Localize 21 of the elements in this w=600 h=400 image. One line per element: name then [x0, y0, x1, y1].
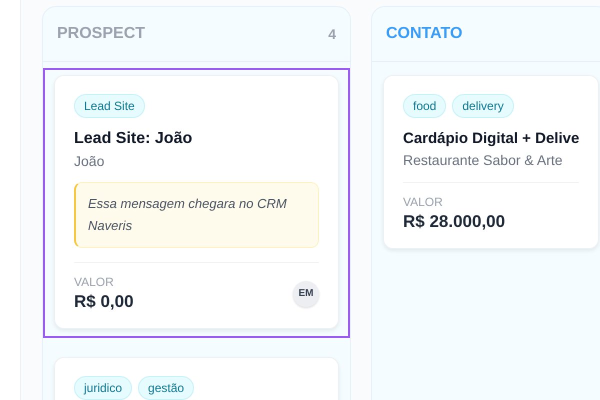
card-title: Lead Site: João	[74, 130, 194, 148]
column-title: PROSPECT	[57, 25, 146, 43]
tag: juridico	[74, 376, 132, 400]
column-title: CONTATO	[386, 25, 462, 43]
tag: Lead Site	[74, 94, 145, 118]
deal-value: R$ 28.000,00	[403, 212, 506, 232]
tag: delivery	[452, 94, 514, 118]
card-title: Cardápio Digital + Delive	[403, 130, 579, 147]
deal-card[interactable]: Lead Site Lead Site: João João Essa mensagem chegara no CRM Naveris VALOR R$ 0,00 EM	[54, 75, 339, 329]
card-subtitle: João	[74, 153, 106, 169]
avatar: EM	[293, 280, 319, 306]
value-label: VALOR	[74, 275, 115, 289]
tag: gestão	[138, 376, 194, 400]
value-label: VALOR	[403, 195, 444, 209]
deal-value: R$ 0,00	[74, 292, 134, 312]
deal-card[interactable]: food delivery Cardápio Digital + Delive Restaurante Sabor & Arte VALOR R$ 28.000,00	[383, 75, 599, 249]
tag: food	[403, 94, 446, 118]
card-count: 4	[328, 26, 336, 42]
message-note: Essa mensagem chegara no CRM Naveris	[74, 182, 319, 248]
deal-card[interactable]: juridico gestão	[54, 357, 339, 400]
card-subtitle: Restaurante Sabor & Arte	[403, 152, 564, 168]
